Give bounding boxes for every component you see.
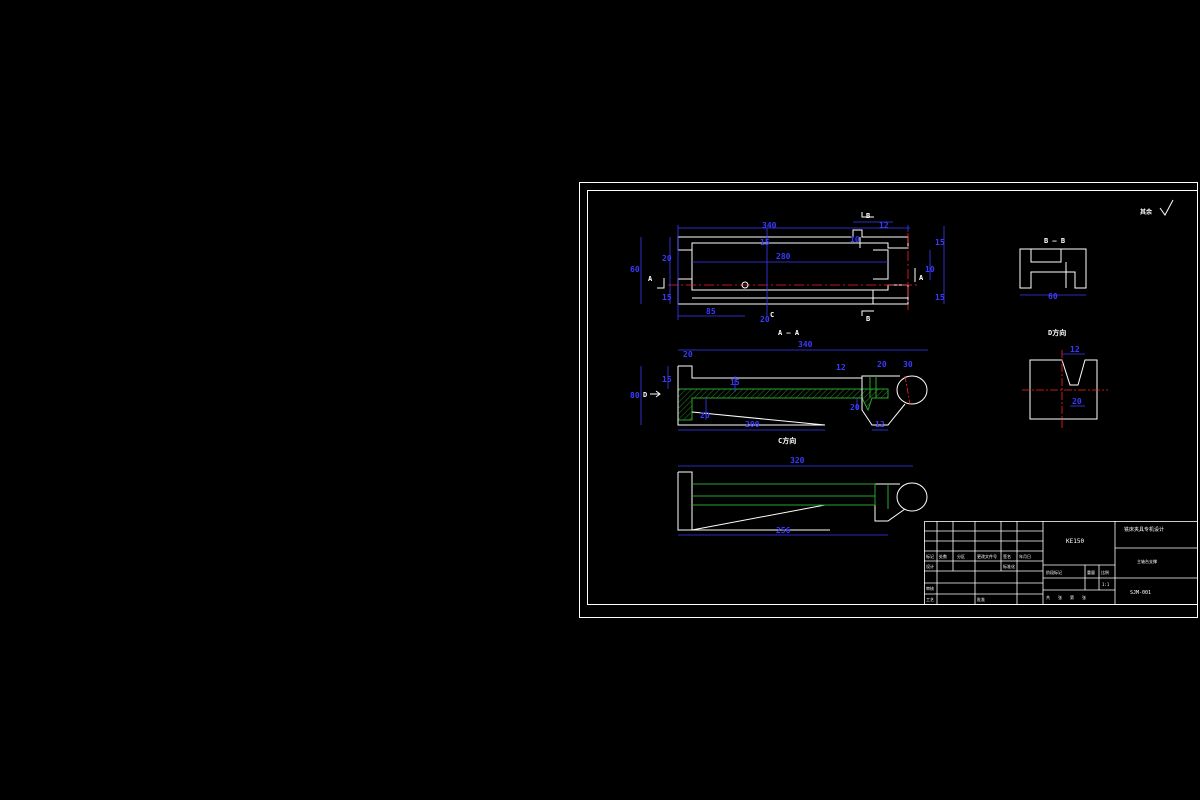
plan-dim-inner-length: 280	[776, 252, 791, 261]
view-marker-d: D	[643, 391, 647, 399]
view-c-boss	[896, 482, 928, 512]
aa-dim-notch: 20	[850, 403, 860, 412]
view-c-dimension-lines	[678, 465, 913, 536]
tb-row-label-review: 审核	[926, 585, 934, 591]
tb-cell-total: 共	[1046, 594, 1050, 600]
aa-dim-height: 80	[630, 391, 640, 400]
view-c-dim-length: 320	[790, 456, 805, 465]
tb-cell-sign: 签名	[1003, 553, 1011, 559]
tb-cell-weight: 重量	[1087, 569, 1095, 575]
section-marker-a-right: A	[919, 274, 924, 282]
plan-dim-f: 15	[935, 293, 945, 302]
plan-dim-d: 15	[935, 238, 945, 247]
plan-dim-hole-pos: 85	[706, 307, 716, 316]
tb-drawing-name: 主轴台支撑	[1137, 558, 1157, 564]
section-bb	[1019, 248, 1087, 289]
section-bb-title: B — B	[1044, 237, 1065, 245]
view-c-outline	[677, 471, 906, 531]
aa-dim-right-3: 30	[903, 360, 913, 369]
plan-dim-b: 15	[760, 238, 770, 247]
view-d-dim-top: 12	[1070, 345, 1080, 354]
aa-dim-foot: 12	[875, 420, 885, 429]
aa-dim-overall: 340	[798, 340, 813, 349]
roughness-note-text: 其余	[1140, 208, 1153, 216]
tb-cell-ratio: 比例	[1101, 569, 1109, 575]
plan-dim-c: 10	[850, 235, 860, 244]
tb-cell-stage: 阶段标记	[1046, 569, 1062, 575]
tb-cell-zone: 分区	[957, 553, 965, 559]
section-marker-b-bottom: B	[866, 315, 870, 323]
section-aa-boss	[896, 375, 928, 405]
tb-cell-sheet2: 张	[1082, 594, 1086, 600]
view-c-hidden-lines	[692, 483, 889, 509]
plan-dim-height: 60	[630, 265, 640, 274]
view-c	[677, 471, 928, 531]
tb-row-label-process: 工艺	[926, 597, 934, 602]
tb-cell-count: 处数	[939, 553, 947, 559]
section-marker-b-top: B	[866, 212, 870, 220]
section-marker-a-left: A	[648, 275, 653, 283]
view-d	[1022, 350, 1108, 428]
view-c-title: C方向	[778, 436, 796, 445]
plan-outline-top	[677, 229, 909, 251]
tb-drawing-number: SJM-001	[1130, 590, 1151, 596]
view-c-dim-base: 256	[776, 526, 791, 535]
tb-part-code: KE150	[1066, 538, 1084, 545]
plan-dim-step: 12	[879, 221, 889, 230]
view-d-dim-bottom: 20	[1072, 397, 1082, 406]
plan-view	[677, 229, 909, 305]
section-aa-view	[677, 365, 928, 426]
tb-cell-std: 标准化	[1003, 563, 1015, 569]
tb-cell-no: 第	[1070, 594, 1074, 600]
plan-dim-g: 15	[662, 293, 672, 302]
tb-cell-date: 年月日	[1019, 553, 1031, 559]
roughness-symbol-icon	[1159, 199, 1174, 216]
section-bb-dim-width: 60	[1048, 292, 1058, 301]
plan-dimension-texts: 340 280 12 20 60 15 10 15 10 15 85 15 20	[630, 221, 945, 324]
aa-dim-right-1: 12	[836, 363, 846, 372]
plan-dim-e: 10	[925, 265, 935, 274]
view-marker-c: C	[770, 311, 774, 319]
title-block-texts: KE150 铣床夹具专机设计 主轴台支撑 SJM-001 1:1 标记 设计 审…	[926, 526, 1164, 602]
tb-cell-sheet1: 张	[1058, 594, 1062, 600]
tb-cell-approve: 批准	[977, 596, 985, 602]
view-d-title: D方向	[1048, 328, 1066, 337]
aa-dim-left-side: 15	[662, 375, 672, 384]
aa-dim-base: 200	[745, 420, 760, 429]
plan-dim-h: 20	[760, 315, 770, 324]
aa-dim-web: 20	[700, 411, 710, 420]
tb-row-label-design: 设计	[926, 563, 934, 569]
aa-dim-left-top: 20	[683, 350, 693, 359]
plan-dim-overall-length: 340	[762, 221, 777, 230]
section-aa-title: A — A	[778, 329, 800, 337]
aa-dim-rib: 15	[730, 378, 740, 387]
cad-drawing-canvas: 其余 340 280 12 20 60 15 10 15 10 15 85 15…	[579, 182, 1198, 618]
tb-cell-change: 更改文件号	[977, 553, 997, 559]
tb-row-label-mark: 标记	[926, 553, 934, 559]
aa-dim-right-2: 20	[877, 360, 887, 369]
roughness-note: 其余	[1140, 199, 1174, 216]
plan-dim-a: 20	[662, 254, 672, 263]
tb-company: 铣床夹具专机设计	[1124, 526, 1164, 533]
tb-scale: 1:1	[1102, 582, 1110, 587]
